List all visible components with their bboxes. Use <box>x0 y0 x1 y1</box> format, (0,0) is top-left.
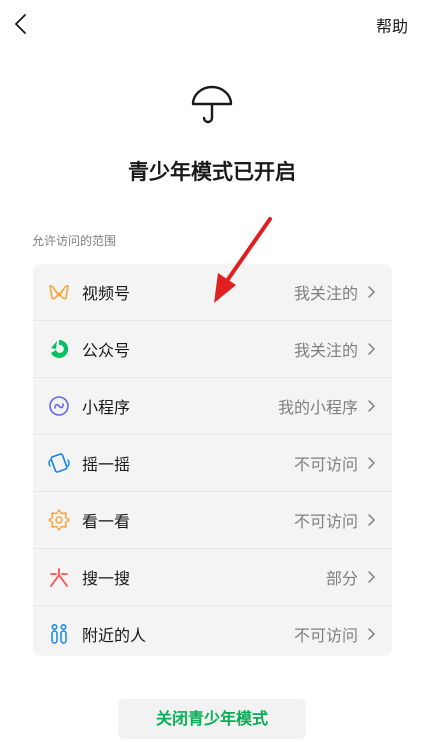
chevron-left-icon <box>15 14 26 34</box>
mini-program-icon <box>48 395 70 417</box>
list-item-mini-program[interactable]: 小程序 我的小程序 <box>33 377 392 434</box>
people-nearby-icon <box>48 623 70 645</box>
shake-icon <box>48 452 70 474</box>
list-item-top-stories[interactable]: 看一看 不可访问 <box>33 491 392 548</box>
umbrella-icon <box>191 85 233 124</box>
item-label: 小程序 <box>82 398 131 417</box>
item-label: 摇一摇 <box>82 455 131 474</box>
item-value: 我关注的 <box>293 284 358 303</box>
chevron-right-icon <box>368 400 375 412</box>
back-button[interactable] <box>8 10 36 38</box>
list-item-search[interactable]: 搜一搜 部分 <box>33 548 392 605</box>
top-bar: 帮助 <box>0 0 424 48</box>
list-item-official-accounts[interactable]: 公众号 我关注的 <box>33 320 392 377</box>
item-value: 不可访问 <box>293 455 358 474</box>
item-value: 我关注的 <box>293 341 358 360</box>
item-value: 我的小程序 <box>277 398 358 417</box>
list-item-people-nearby[interactable]: 附近的人 不可访问 <box>33 605 392 656</box>
item-label: 搜一搜 <box>82 569 131 588</box>
chevron-right-icon <box>368 571 375 583</box>
item-value: 不可访问 <box>293 512 358 531</box>
close-teen-mode-button[interactable]: 关闭青少年模式 <box>118 699 306 739</box>
red-arrow-annotation <box>214 217 272 303</box>
list-item-shake[interactable]: 摇一摇 不可访问 <box>33 434 392 491</box>
chevron-right-icon <box>368 457 375 469</box>
chevron-right-icon <box>368 514 375 526</box>
top-stories-icon <box>48 509 70 531</box>
chevron-right-icon <box>368 343 375 355</box>
item-label: 看一看 <box>82 512 131 531</box>
item-label: 附近的人 <box>82 626 147 645</box>
chevron-right-icon <box>368 286 375 298</box>
channels-icon <box>48 281 70 303</box>
allowed-scope-list: 视频号 我关注的 公众号 我关注的 小程序 我的小程序 摇一摇 不可访问 看一看… <box>33 264 392 656</box>
item-value: 不可访问 <box>293 626 358 645</box>
official-accounts-icon <box>48 338 70 360</box>
search-icon <box>48 566 70 588</box>
item-value: 部分 <box>325 569 358 588</box>
section-label: 允许访问的范围 <box>32 234 117 248</box>
item-label: 公众号 <box>82 341 131 360</box>
help-button[interactable]: 帮助 <box>376 13 408 37</box>
page-title: 青少年模式已开启 <box>128 160 296 184</box>
chevron-right-icon <box>368 628 375 640</box>
